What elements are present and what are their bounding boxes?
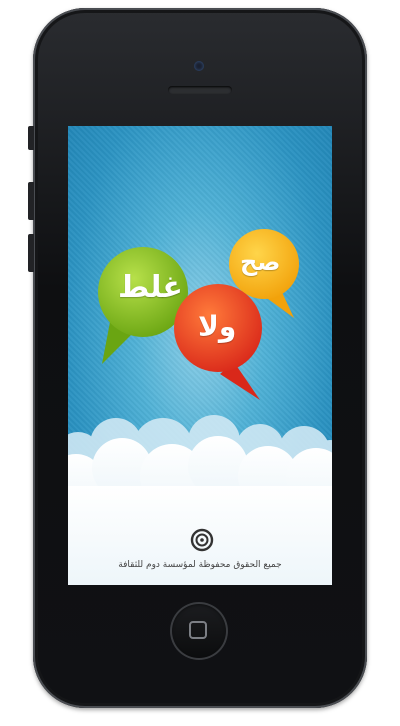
volume-down-button[interactable] — [28, 234, 34, 272]
home-square-icon — [189, 621, 207, 639]
mute-switch[interactable] — [28, 126, 34, 150]
volume-up-button[interactable] — [28, 182, 34, 220]
bubble-or-label: ولا — [198, 310, 237, 343]
publisher-logo-icon — [190, 528, 214, 552]
earpiece-speaker — [168, 86, 232, 94]
app-splash-screen[interactable]: غلط صح ولا جميع الحقوق محفوظة لمؤسسة دوم… — [68, 126, 332, 585]
bubble-correct-label: صح — [240, 248, 281, 276]
home-button[interactable] — [170, 602, 228, 660]
copyright-text: جميع الحقوق محفوظة لمؤسسة دوم للثقافة — [118, 560, 282, 570]
front-camera — [194, 61, 204, 71]
